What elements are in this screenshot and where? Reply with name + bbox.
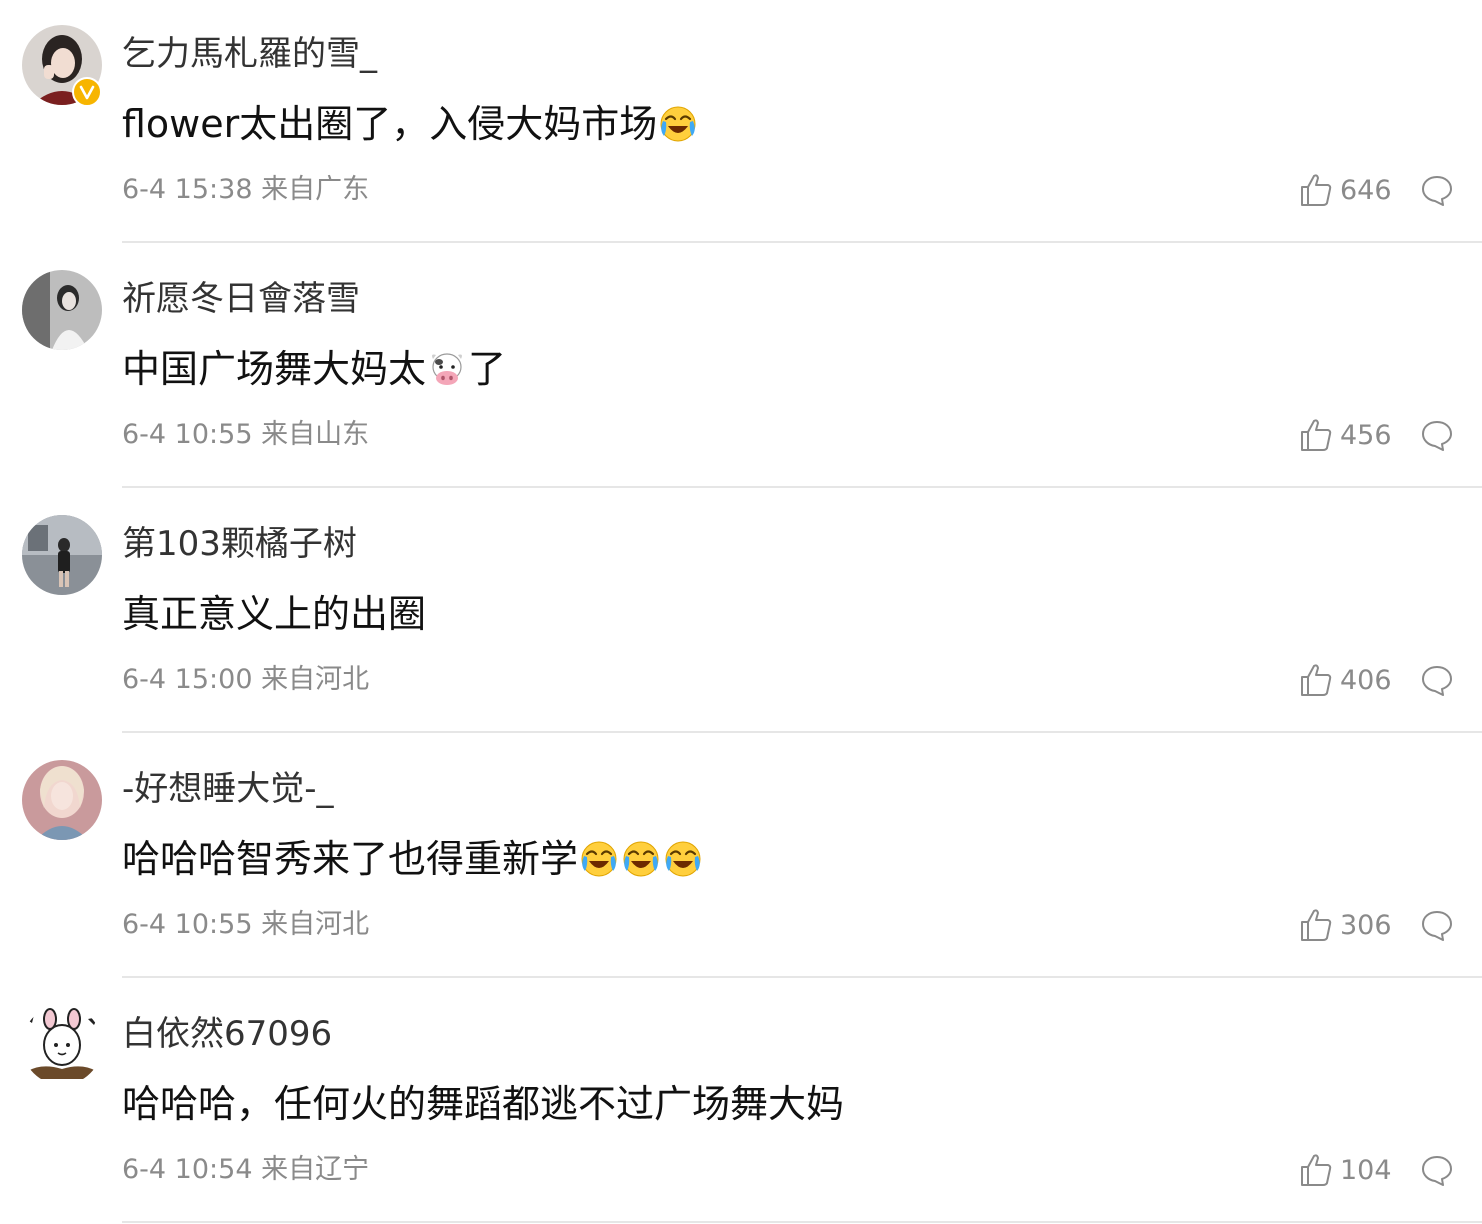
comment-text-part: 哈哈哈，任何火的舞蹈都逃不过广场舞大妈	[122, 1082, 845, 1126]
comment-bubble-icon[interactable]	[1421, 419, 1453, 451]
comment-list: 乞力馬札羅的雪_ flower太出圈了，入侵大妈市场 6-4 15:38 来自广…	[0, 0, 1482, 1224]
laugh-cry-emoji-icon	[658, 104, 698, 144]
comment-item: -好想睡大觉-_ 哈哈哈智秀来了也得重新学 6-4 10:55 来自河北 306	[0, 735, 1482, 980]
avatar[interactable]	[22, 760, 102, 840]
comment-bubble-icon[interactable]	[1421, 1154, 1453, 1186]
username[interactable]: 白依然67096	[122, 1014, 332, 1054]
divider	[122, 731, 1482, 733]
comment-text: 哈哈哈，任何火的舞蹈都逃不过广场舞大妈	[122, 1081, 844, 1127]
like-count: 406	[1340, 664, 1392, 696]
username[interactable]: -好想睡大觉-_	[122, 769, 334, 809]
avatar[interactable]	[22, 1005, 102, 1085]
comment-text-part: 中国广场舞大妈太	[122, 347, 427, 391]
cow-emoji-icon	[427, 349, 467, 389]
avatar[interactable]	[22, 270, 102, 350]
like-button[interactable]: 104	[1300, 1152, 1392, 1188]
comment-item: 祈愿冬日會落雪 中国广场舞大妈太 了 6-4 10:55 来自山东 456	[0, 245, 1482, 490]
thumbs-up-icon	[1301, 419, 1332, 451]
username[interactable]: 祈愿冬日會落雪	[122, 279, 360, 319]
comment-meta: 6-4 10:55 来自山东	[122, 419, 370, 450]
comment-text: 真正意义上的出圈	[122, 591, 426, 637]
comment-meta: 6-4 15:00 来自河北	[122, 664, 370, 695]
comment-item: 白依然67096 哈哈哈，任何火的舞蹈都逃不过广场舞大妈 6-4 10:54 来…	[0, 980, 1482, 1224]
like-button[interactable]: 306	[1300, 907, 1392, 943]
verified-badge-icon	[72, 77, 102, 107]
comment-item: 乞力馬札羅的雪_ flower太出圈了，入侵大妈市场 6-4 15:38 来自广…	[0, 0, 1482, 245]
comment-text: 哈哈哈智秀来了也得重新学	[122, 836, 704, 882]
like-count: 306	[1340, 909, 1392, 941]
comment-bubble-icon[interactable]	[1421, 174, 1453, 206]
comment-text: 中国广场舞大妈太 了	[122, 346, 506, 392]
thumbs-up-icon	[1301, 174, 1332, 206]
laugh-cry-emoji-icon	[579, 839, 619, 879]
comment-text-part: 了	[468, 347, 507, 391]
like-count: 456	[1340, 419, 1392, 451]
comment-item: 第103颗橘子树 真正意义上的出圈 6-4 15:00 来自河北 406	[0, 490, 1482, 735]
username[interactable]: 乞力馬札羅的雪_	[122, 34, 377, 74]
comment-text-part: flower太出圈了，入侵大妈市场	[122, 102, 658, 146]
divider	[122, 1221, 1482, 1223]
thumbs-up-icon	[1301, 909, 1332, 941]
divider	[122, 976, 1482, 978]
like-button[interactable]: 646	[1300, 172, 1392, 208]
thumbs-up-icon	[1301, 1154, 1332, 1186]
avatar[interactable]	[22, 515, 102, 595]
username[interactable]: 第103颗橘子树	[122, 524, 357, 564]
thumbs-up-icon	[1301, 664, 1332, 696]
comment-text-part: 哈哈哈智秀来了也得重新学	[122, 837, 579, 881]
like-button[interactable]: 456	[1300, 417, 1392, 453]
comment-bubble-icon[interactable]	[1421, 909, 1453, 941]
comment-text: flower太出圈了，入侵大妈市场	[122, 101, 699, 147]
comment-bubble-icon[interactable]	[1421, 664, 1453, 696]
laugh-cry-emoji-icon	[621, 839, 661, 879]
comment-meta: 6-4 15:38 来自广东	[122, 174, 370, 205]
divider	[122, 241, 1482, 243]
laugh-cry-emoji-icon	[663, 839, 703, 879]
comment-meta: 6-4 10:55 来自河北	[122, 909, 370, 940]
comment-text-part: 真正意义上的出圈	[122, 592, 427, 636]
like-count: 104	[1340, 1154, 1392, 1186]
comment-meta: 6-4 10:54 来自辽宁	[122, 1154, 370, 1185]
like-button[interactable]: 406	[1300, 662, 1392, 698]
like-count: 646	[1340, 174, 1392, 206]
divider	[122, 486, 1482, 488]
